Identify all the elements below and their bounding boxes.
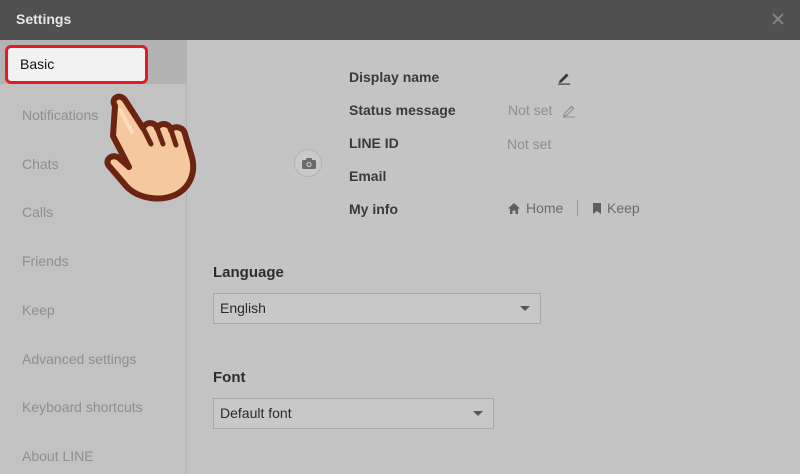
- close-icon[interactable]: [770, 11, 786, 27]
- my-info-label: My info: [349, 201, 398, 217]
- chevron-down-icon: [520, 306, 530, 311]
- window-title: Settings: [16, 11, 72, 27]
- font-selected-value: Default font: [220, 405, 292, 421]
- sidebar-item-label[interactable]: Basic: [5, 45, 148, 84]
- line-id-value[interactable]: Not set: [507, 136, 551, 152]
- camera-icon: [302, 158, 316, 169]
- font-section-title: Font: [213, 369, 246, 386]
- status-message-value: Not set: [508, 102, 553, 118]
- change-photo-button[interactable]: [294, 149, 322, 177]
- display-name-label: Display name: [349, 69, 440, 85]
- my-info-home-label: Home: [526, 200, 564, 216]
- bookmark-icon: [593, 202, 601, 214]
- sidebar-item-friends[interactable]: Friends: [0, 239, 187, 283]
- edit-display-name-icon[interactable]: [557, 71, 571, 85]
- sidebar-item-basic[interactable]: Basic: [0, 40, 187, 84]
- language-section-title: Language: [213, 264, 284, 281]
- sidebar-item-about-line[interactable]: About LINE: [0, 434, 187, 474]
- divider: [577, 200, 578, 216]
- my-info-keep-label: Keep: [607, 200, 640, 216]
- language-selected-value: English: [220, 300, 266, 316]
- my-info-keep-link[interactable]: Keep: [592, 200, 640, 216]
- sidebar-item-keyboard-shortcuts[interactable]: Keyboard shortcuts: [0, 385, 187, 429]
- language-select[interactable]: English: [213, 293, 541, 324]
- sidebar-item-keep[interactable]: Keep: [0, 288, 187, 332]
- title-bar: Settings: [0, 0, 800, 40]
- font-select[interactable]: Default font: [213, 398, 494, 429]
- email-label: Email: [349, 168, 387, 184]
- my-info-home-link[interactable]: Home: [507, 200, 563, 216]
- line-id-label: LINE ID: [349, 135, 399, 151]
- chevron-down-icon: [473, 411, 483, 416]
- edit-status-message-icon[interactable]: [562, 104, 576, 118]
- status-message-label: Status message: [349, 102, 456, 118]
- sidebar-item-advanced-settings[interactable]: Advanced settings: [0, 337, 187, 381]
- home-icon: [508, 202, 520, 214]
- pointing-hand-icon: [104, 93, 197, 202]
